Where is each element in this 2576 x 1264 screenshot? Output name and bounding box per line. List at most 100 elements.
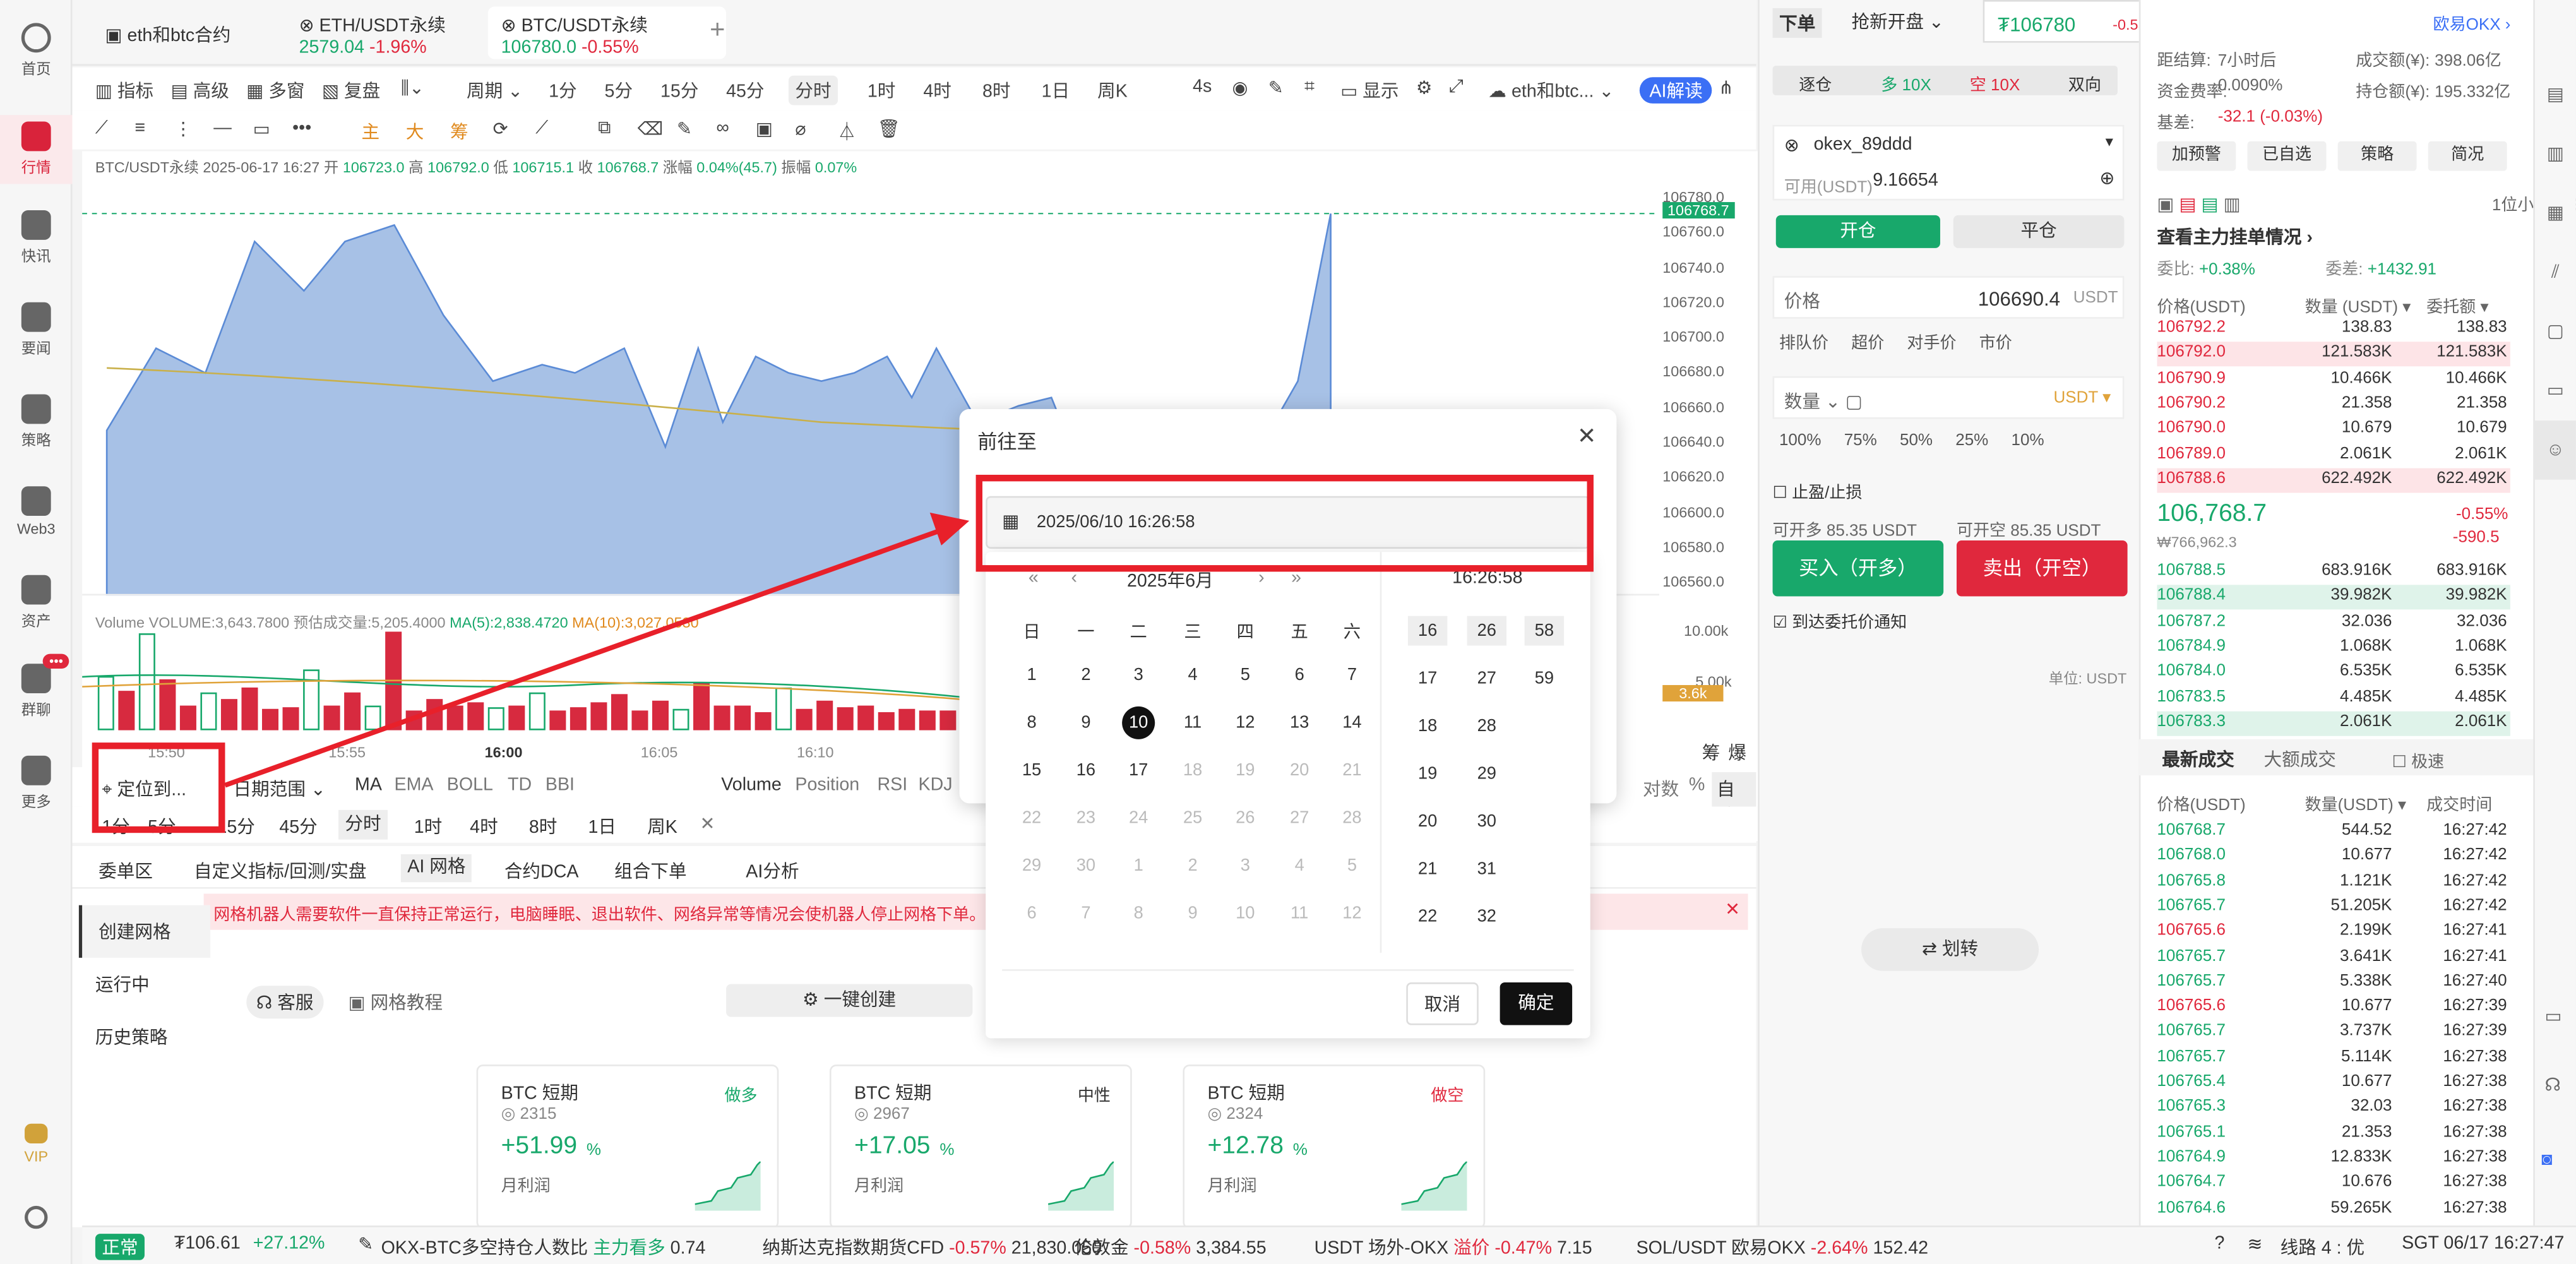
ticker-value: 7.15 [1557,1238,1592,1259]
right-toolbar: ▤ ▥ ▦ ⫽ ▢ ▭ ☺ ▭ ☊ ◙ [2533,0,2576,1226]
minute-option[interactable]: 29 [1467,759,1506,789]
calendar-day[interactable]: 12 [1229,713,1261,732]
calendar-day: 18 [1183,760,1203,780]
calendar-day[interactable]: 13 [1283,713,1316,732]
help-icon[interactable]: ? [2214,1234,2224,1253]
calendar-day[interactable]: 8 [1015,713,1048,732]
nav-headlines[interactable]: 要闻 [0,302,72,358]
calendar-day: 1 [1133,856,1143,876]
cancel-button[interactable]: 取消 [1406,982,1479,1025]
highlight-box-locate [92,742,225,833]
calendar-day[interactable]: 4 [1176,665,1209,685]
nav-flash[interactable]: 快讯 [0,210,72,266]
chat-icon [21,664,51,694]
calendar-day[interactable]: 10 [1122,706,1155,739]
minute-option[interactable]: 26 [1467,616,1507,646]
clock: SGT 06/17 16:27:47 [2402,1234,2565,1254]
second-option[interactable]: 58 [1524,616,1565,646]
layout-icon[interactable]: ▤ [2535,66,2576,125]
ticker-item[interactable]: 伦敦金 -0.58% 3,384.55 [1075,1234,1267,1260]
minute-option[interactable]: 30 [1467,807,1506,837]
robot-icon[interactable]: ◙ [2541,1150,2552,1169]
nav-home[interactable]: 首页 [0,23,72,78]
nav-label: 更多 [21,793,51,810]
ticker-change: -2.64% [1810,1238,1873,1259]
chat-badge: ••• [42,653,70,669]
calendar-day: 5 [1347,856,1357,876]
calendar-day: 21 [1342,760,1362,780]
calendar-day[interactable]: 11 [1176,713,1209,732]
hour-option[interactable]: 16 [1407,616,1448,646]
ticker-item[interactable]: USDT 场外-OKX 溢价 -0.47% 7.15 [1315,1234,1592,1260]
ticker-item[interactable]: SOL/USDT 欧易OKX -2.64% 152.42 [1637,1234,1928,1260]
calendar-day[interactable]: 6 [1283,665,1316,685]
calendar-day: 12 [1342,903,1362,924]
minute-option[interactable]: 32 [1467,902,1506,931]
calendar-day: 22 [1022,808,1042,828]
wallet-icon[interactable]: ▭ [2535,361,2576,420]
hour-option[interactable]: 22 [1408,902,1447,931]
hour-option[interactable]: 18 [1408,712,1447,741]
nav-web3[interactable]: Web3 [0,486,72,537]
hour-option[interactable]: 21 [1408,854,1447,884]
calendar-day[interactable]: 2 [1070,665,1102,685]
calendar-day: 23 [1076,808,1096,828]
calc-icon[interactable]: ▦ [2535,184,2576,243]
calendar-day: 10 [1236,903,1255,924]
ticker-item[interactable]: 纳斯达克指数期货CFD -0.57% 21,830.050 [762,1234,1102,1260]
home-icon [21,23,51,53]
nav-label: 资产 [21,612,51,629]
calendar-day: 20 [1289,760,1309,780]
date-picker: « ‹ 2025年6月 › » 16:26:58 日一二三四五六12345678… [986,552,1590,1039]
bar-chart-icon [21,121,51,152]
confirm-button[interactable]: 确定 [1500,982,1573,1025]
calendar-day: 28 [1342,808,1362,828]
nav-chat[interactable]: 群聊 ••• [0,653,72,719]
nav-market[interactable]: 行情 [0,115,73,184]
nav-strategy[interactable]: 策略 [0,394,72,450]
calendar-day: 2 [1188,856,1198,876]
settings-button[interactable] [0,1205,72,1234]
hour-option[interactable]: 19 [1408,759,1447,789]
calendar-day: 7 [1081,903,1091,924]
calendar-day[interactable]: 17 [1122,761,1155,780]
calendar-day[interactable]: 5 [1229,665,1261,685]
calendar-day[interactable]: 1 [1015,665,1048,685]
ticker-change: -0.58% [1133,1238,1196,1259]
weekday-label: 三 [1184,623,1202,643]
minute-option[interactable]: 28 [1467,712,1506,741]
grid-icon [21,755,51,785]
left-nav: 首页 行情 快讯 要闻 策略 Web3 资产 群聊 ••• 更多 VIP [0,0,73,1264]
weekday-label: 六 [1343,623,1361,643]
hour-option[interactable]: 20 [1408,807,1447,837]
weekday-label: 二 [1130,623,1147,643]
ticker-name: 纳斯达克指数期货CFD [762,1238,950,1259]
calendar-day[interactable]: 16 [1070,761,1102,780]
minute-option[interactable]: 31 [1467,854,1506,884]
smile-icon[interactable]: ☺ [2534,420,2576,480]
hour-option[interactable]: 17 [1408,664,1447,693]
book-icon[interactable]: ▥ [2535,125,2576,184]
second-option[interactable]: 59 [1525,664,1564,693]
headset-icon[interactable]: ☊ [2544,1075,2560,1095]
dialog-close-button[interactable]: ✕ [1577,422,1597,450]
calendar-day[interactable]: 7 [1335,665,1368,685]
screen-icon[interactable]: ▢ [2535,302,2576,362]
nav-assets[interactable]: 资产 [0,575,72,631]
ticker-item[interactable]: OKX-BTC多空持仓人数比 主力看多 0.74 [381,1234,706,1260]
calendar-day[interactable]: 3 [1122,665,1155,685]
note-icon[interactable]: ▭ [2544,1005,2561,1027]
minute-option[interactable]: 27 [1467,664,1506,693]
status-pct: +27.12% [253,1234,325,1254]
calendar-day[interactable]: 15 [1015,761,1048,780]
ticker-name: USDT 场外-OKX [1314,1238,1454,1259]
nav-more[interactable]: 更多 [0,755,72,811]
pen-icon[interactable]: ✎ [358,1234,373,1255]
calendar-day: 4 [1294,856,1304,876]
calendar-day[interactable]: 14 [1335,713,1368,732]
nav-vip[interactable]: VIP [0,1123,72,1165]
nav-label: 首页 [21,61,51,78]
line-status[interactable]: 线路 4 : 优 [2281,1234,2365,1260]
chart-icon[interactable]: ⫽ [2535,243,2576,302]
calendar-day[interactable]: 9 [1070,713,1102,732]
